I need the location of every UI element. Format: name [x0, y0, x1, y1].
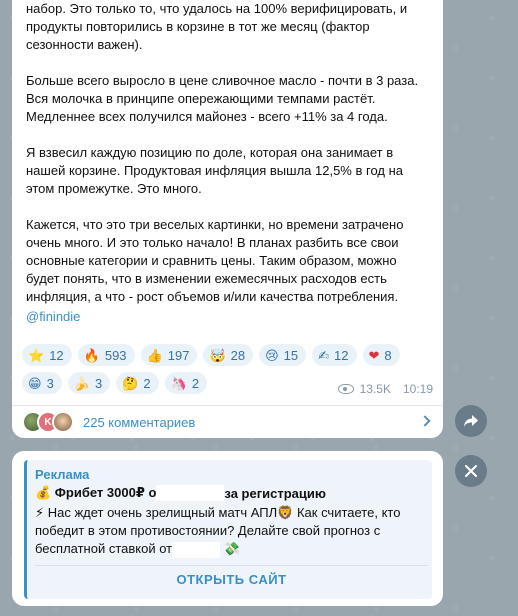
- post-meta: 13.5K 10:19: [337, 382, 433, 396]
- post-text: набор. Это только то, что удалось на 100…: [26, 0, 430, 306]
- reaction-count: 3: [46, 375, 54, 391]
- sponsored-message: Реклама 💰 Фрибет 3000₽ о за регистрацию …: [12, 451, 443, 606]
- redacted-block: [172, 541, 221, 558]
- redacted-block: [156, 485, 225, 501]
- open-site-button[interactable]: ОТКРЫТЬ САЙТ: [35, 565, 428, 593]
- post-paragraph: Больше всего выросло в цене сливочное ма…: [26, 73, 419, 124]
- close-ad-button[interactable]: [455, 455, 487, 487]
- banana-icon: 🍌: [73, 375, 90, 391]
- reaction-star[interactable]: ⭐ 12: [22, 344, 72, 366]
- reaction-banana[interactable]: 🍌 3: [67, 372, 111, 394]
- fire-icon: 🔥: [83, 347, 100, 363]
- reaction-count: 28: [230, 347, 246, 363]
- ad-label: Реклама: [35, 467, 90, 482]
- reaction-count: 197: [167, 347, 190, 363]
- post-paragraph: Кажется, что это три веселых картинки, н…: [26, 217, 404, 304]
- author-link[interactable]: @finindie: [26, 309, 80, 324]
- reaction-mind-blown[interactable]: 🤯 28: [203, 344, 254, 366]
- ad-text-end: 💸: [220, 541, 240, 556]
- reaction-thinking[interactable]: 🤔 2: [116, 372, 159, 394]
- reaction-count: 593: [104, 347, 127, 363]
- reaction-count: 15: [283, 347, 299, 363]
- ad-title-end: за регистрацию: [224, 485, 326, 501]
- comments-bar[interactable]: K 225 комментариев: [12, 405, 443, 438]
- thinking-face-icon: 🤔: [122, 375, 139, 391]
- thumbs-up-icon: 👍: [146, 347, 163, 363]
- reaction-grin[interactable]: 😁 3: [22, 372, 62, 394]
- channel-post: набор. Это только то, что удалось на 100…: [12, 0, 443, 438]
- reaction-writing-hand[interactable]: ✍ 12: [312, 344, 357, 366]
- writing-hand-icon: ✍: [318, 347, 330, 363]
- post-paragraph: Я взвесил каждую позицию по доле, котора…: [26, 145, 403, 196]
- reaction-count: 12: [334, 347, 349, 363]
- commenter-avatars: K: [22, 411, 74, 433]
- chevron-right-icon: [419, 415, 431, 427]
- reaction-count: 2: [191, 375, 200, 391]
- reaction-fire[interactable]: 🔥 593: [77, 344, 135, 366]
- ad-title: 💰 Фрибет 3000₽ о за регистрацию: [35, 485, 326, 501]
- heart-icon: ❤: [368, 347, 380, 363]
- view-count: 13.5K: [359, 382, 391, 396]
- post-paragraph: набор. Это только то, что удалось на 100…: [26, 1, 408, 52]
- reaction-crying[interactable]: 😢 15: [259, 344, 307, 366]
- mind-blown-icon: 🤯: [209, 347, 226, 363]
- share-button[interactable]: [455, 405, 487, 437]
- reaction-count: 8: [384, 347, 392, 363]
- reaction-count: 3: [94, 375, 103, 391]
- ad-text: ⚡ Нас ждет очень зрелищный матч АПЛ🦁 Как…: [35, 504, 428, 558]
- close-icon: [465, 465, 477, 477]
- reaction-count: 2: [143, 375, 151, 391]
- unicorn-icon: 🦄: [170, 375, 187, 391]
- reaction-unicorn[interactable]: 🦄 2: [164, 372, 208, 394]
- avatar: [52, 411, 74, 433]
- reaction-thumbs-up[interactable]: 👍 197: [140, 344, 198, 366]
- ad-card[interactable]: Реклама 💰 Фрибет 3000₽ о за регистрацию …: [24, 460, 432, 599]
- share-arrow-icon: [464, 415, 478, 427]
- reaction-count: 12: [49, 347, 64, 363]
- star-icon: ⭐: [28, 347, 45, 363]
- post-time: 10:19: [402, 382, 433, 396]
- eye-icon: [337, 384, 354, 394]
- comments-count-label: 225 комментариев: [83, 414, 196, 430]
- ad-title-start: 💰 Фрибет 3000₽ о: [35, 485, 157, 500]
- crying-face-icon: 😢: [265, 347, 279, 363]
- grin-face-icon: 😁: [28, 375, 42, 391]
- reaction-heart[interactable]: ❤ 8: [362, 344, 400, 366]
